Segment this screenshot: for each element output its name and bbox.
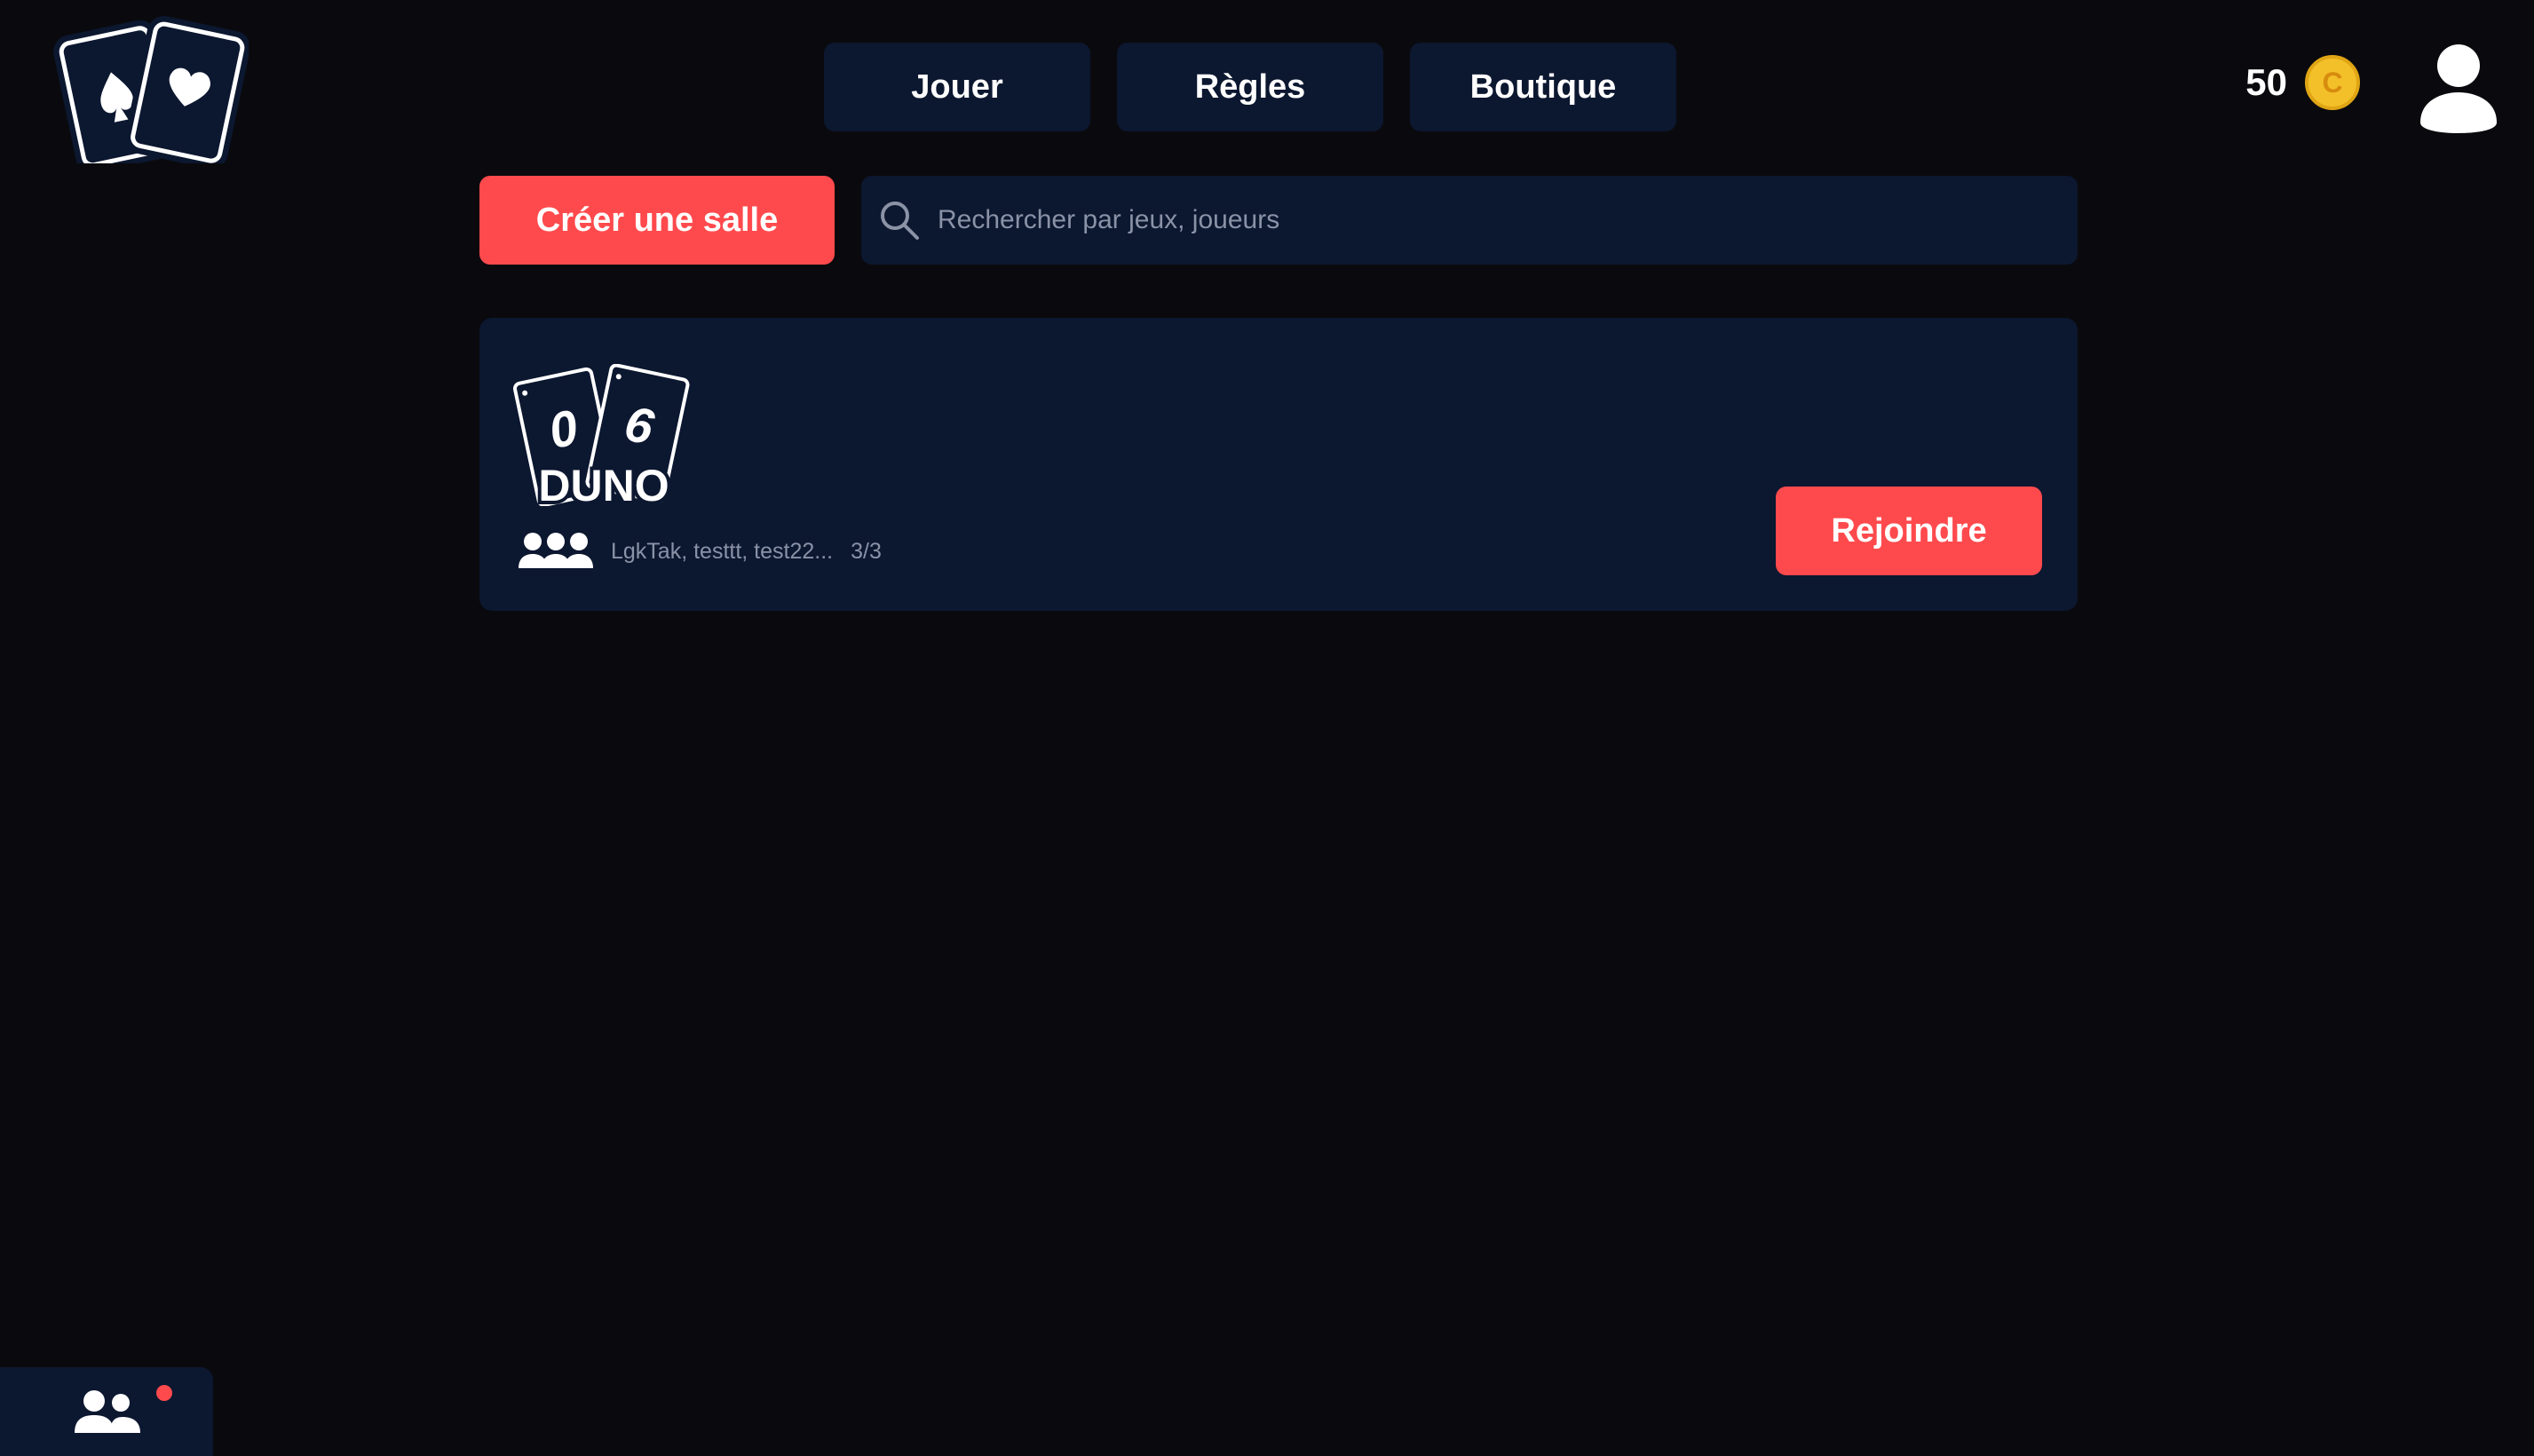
notification-dot [156,1385,172,1401]
search-bar [861,176,2078,265]
main-nav: Jouer Règles Boutique [824,43,1676,131]
friends-icon [75,1390,140,1433]
user-icon[interactable] [2417,41,2500,133]
join-room-button[interactable]: Rejoindre [1776,487,2042,575]
playing-cards-logo[interactable] [53,12,249,163]
create-room-button[interactable]: Créer une salle [479,176,835,265]
friends-tab[interactable] [0,1367,213,1456]
player-names: LgkTak, testtt, test22... [611,538,834,564]
coin-balance: 50 C [2245,55,2360,110]
game-logo: 0 6 DUNO [513,364,690,506]
nav-play-button[interactable]: Jouer [824,43,1090,131]
nav-rules-button[interactable]: Règles [1117,43,1383,131]
search-input[interactable] [936,176,2078,265]
coin-icon: C [2305,55,2360,110]
coin-count: 50 [2245,61,2287,103]
game-logo-text: DUNO [538,461,669,506]
search-icon [881,202,919,240]
players-row: LgkTak, testtt, test22... 3/3 [519,531,882,572]
players-icon [519,533,593,568]
nav-shop-button[interactable]: Boutique [1410,43,1676,131]
player-count: 3/3 [851,538,882,564]
room-card: 0 6 DUNO LgkTak, testtt, test22... 3/3 R… [479,318,2078,611]
